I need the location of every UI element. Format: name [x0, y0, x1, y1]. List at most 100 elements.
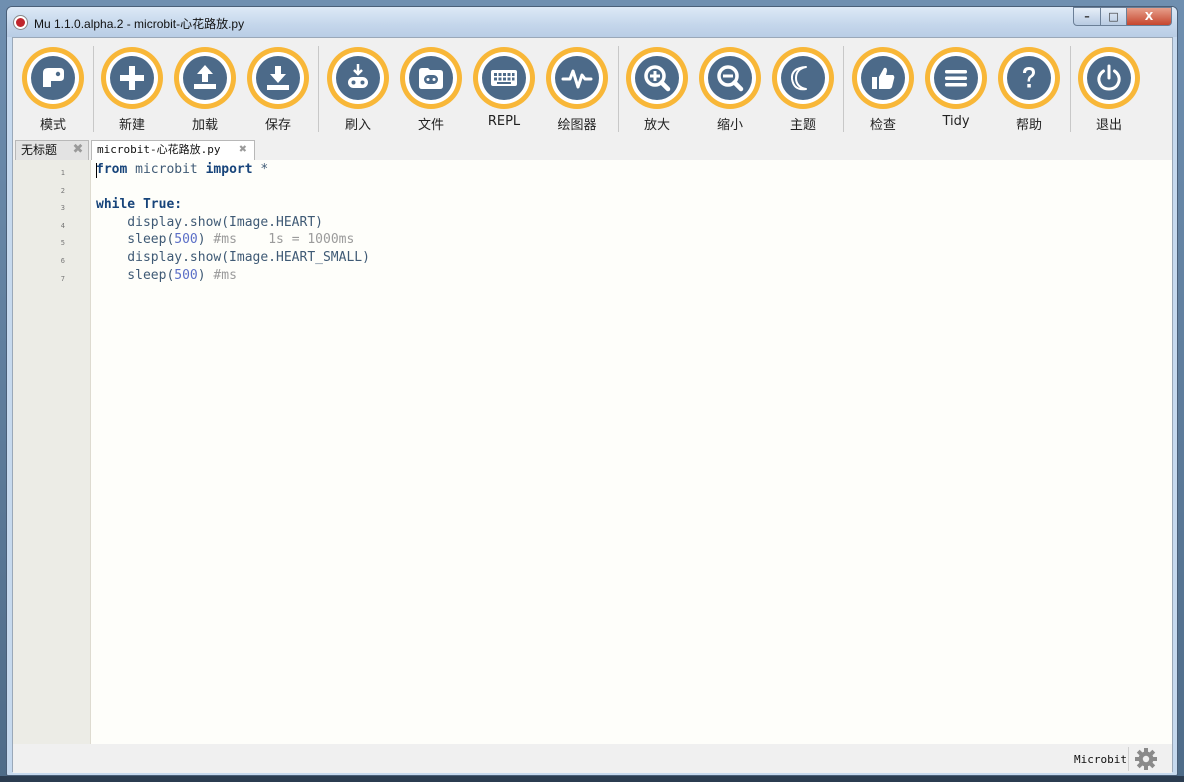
button-ring [852, 47, 914, 109]
button-label: REPL [487, 114, 521, 129]
quit-button[interactable]: 退出 [1075, 47, 1141, 139]
button-ring-inner [551, 52, 603, 104]
tab-close-icon[interactable]: ✖ [70, 142, 86, 158]
load-button[interactable]: 加载 [171, 47, 237, 139]
code-line[interactable]: display.show(Image.HEART_SMALL) [96, 250, 370, 265]
text-cursor [96, 163, 97, 178]
button-label: 保存 [264, 118, 291, 133]
code-token: : [174, 197, 183, 213]
theme-button[interactable]: 主题 [769, 47, 835, 139]
button-ring-inner [252, 52, 304, 104]
mode-indicator[interactable]: Microbit [1074, 753, 1127, 766]
folder-icon [409, 56, 453, 100]
button-ring-inner [631, 52, 683, 104]
toolbar-separator [1070, 46, 1071, 132]
title-bar[interactable]: Mu 1.1.0.alpha.2 - microbit-心花路放.py – □ … [7, 7, 1177, 37]
line-number: 1 [60, 169, 65, 177]
toolbar-separator [843, 46, 844, 132]
button-ring-inner [857, 52, 909, 104]
toolbar-separator [93, 46, 94, 132]
button-ring-inner [1083, 52, 1135, 104]
status-bar: Microbit [13, 744, 1172, 773]
question-icon [1007, 56, 1051, 100]
toolbar: 模式 新建 加载 保存 刷入 文件 REPL 绘图器 放大 缩小 主题 检查 Tidy 帮助 退出 [13, 38, 1172, 138]
button-ring [1078, 47, 1140, 109]
mode-icon [31, 56, 75, 100]
button-ring-inner [704, 52, 756, 104]
button-ring [772, 47, 834, 109]
files-button[interactable]: 文件 [397, 47, 463, 139]
code-line[interactable]: display.show(Image.HEART) [96, 215, 323, 230]
toolbar-separator [318, 46, 319, 132]
code-token: import [205, 162, 253, 177]
upload-icon [183, 56, 227, 100]
button-ring [699, 47, 761, 109]
code-token: display.show(Image.HEART) [96, 214, 323, 230]
new-button[interactable]: 新建 [98, 47, 164, 139]
plus-icon [110, 56, 154, 100]
button-ring [473, 47, 535, 109]
zoom-out-button[interactable]: 缩小 [696, 47, 762, 139]
power-icon [1087, 56, 1131, 100]
client-area: 模式 新建 加载 保存 刷入 文件 REPL 绘图器 放大 缩小 主题 检查 Tidy 帮助 退出 无标题 … [12, 37, 1173, 773]
code-token: #ms [213, 267, 237, 283]
tab-microbit-file[interactable]: microbit-心花路放.py ✖ [91, 140, 255, 161]
code-token: ) [197, 267, 214, 283]
keyboard-icon [482, 56, 526, 100]
code-token: True [142, 197, 175, 213]
help-button[interactable]: 帮助 [995, 47, 1061, 139]
button-ring [925, 47, 987, 109]
window-title: Mu 1.1.0.alpha.2 - microbit-心花路放.py [34, 17, 245, 31]
tab-close-icon[interactable]: ✖ [235, 142, 251, 158]
button-ring-inner [106, 52, 158, 104]
code-editor[interactable]: 1 2 3 4 5 6 7 from microbit import * while True… [13, 160, 1172, 745]
mu-app-icon [13, 15, 28, 30]
line-number: 7 [60, 274, 65, 283]
gear-icon[interactable] [1133, 746, 1159, 772]
tidy-button[interactable]: Tidy [922, 47, 988, 139]
button-label: 主题 [789, 118, 816, 133]
plotter-button[interactable]: 绘图器 [543, 47, 609, 139]
code-token: microbit [127, 162, 206, 177]
button-label: 帮助 [1015, 118, 1042, 133]
tab-untitled[interactable]: 无标题 ✖ [15, 140, 89, 160]
line-number: 3 [60, 204, 65, 213]
code-token: sleep( [96, 267, 175, 283]
flash-button[interactable]: 刷入 [324, 47, 390, 139]
code-token: display.show(Image.HEART_SMALL) [96, 250, 370, 265]
button-ring [101, 47, 163, 109]
tab-label: 无标题 [21, 143, 58, 157]
code-line[interactable]: while True: [96, 197, 182, 212]
button-ring [400, 47, 462, 109]
download-icon [256, 56, 300, 100]
app-window: Mu 1.1.0.alpha.2 - microbit-心花路放.py – □ … [6, 6, 1178, 776]
taskbar-edge [0, 776, 1184, 782]
flash-icon [336, 56, 380, 100]
mode-button[interactable]: 模式 [19, 47, 85, 139]
repl-button[interactable]: REPL [470, 47, 536, 139]
button-ring [327, 47, 389, 109]
code-line[interactable]: sleep(500) #ms 1s = 1000ms [96, 232, 354, 247]
maximize-button[interactable]: □ [1100, 7, 1127, 26]
button-label: 放大 [643, 118, 670, 133]
line-number-gutter: 1 2 3 4 5 6 7 [13, 160, 91, 744]
button-ring [247, 47, 309, 109]
code-token: sleep( [96, 232, 175, 248]
button-label: Tidy [942, 114, 970, 129]
code-token: #ms 1s = 1000ms [213, 232, 355, 248]
code-line[interactable]: sleep(500) #ms [96, 268, 237, 283]
toolbar-separator [618, 46, 619, 132]
button-label: 退出 [1095, 118, 1122, 133]
code-token: 500 [174, 267, 198, 283]
check-button[interactable]: 检查 [849, 47, 915, 139]
save-button[interactable]: 保存 [244, 47, 310, 139]
zoom-in-button[interactable]: 放大 [623, 47, 689, 139]
button-ring [998, 47, 1060, 109]
code-token: while [96, 197, 136, 213]
button-label: 模式 [39, 118, 66, 133]
minimize-button[interactable]: – [1073, 7, 1101, 26]
close-window-button[interactable]: X [1126, 7, 1172, 26]
button-ring-inner [179, 52, 231, 104]
code-line[interactable]: from microbit import * [96, 162, 268, 177]
